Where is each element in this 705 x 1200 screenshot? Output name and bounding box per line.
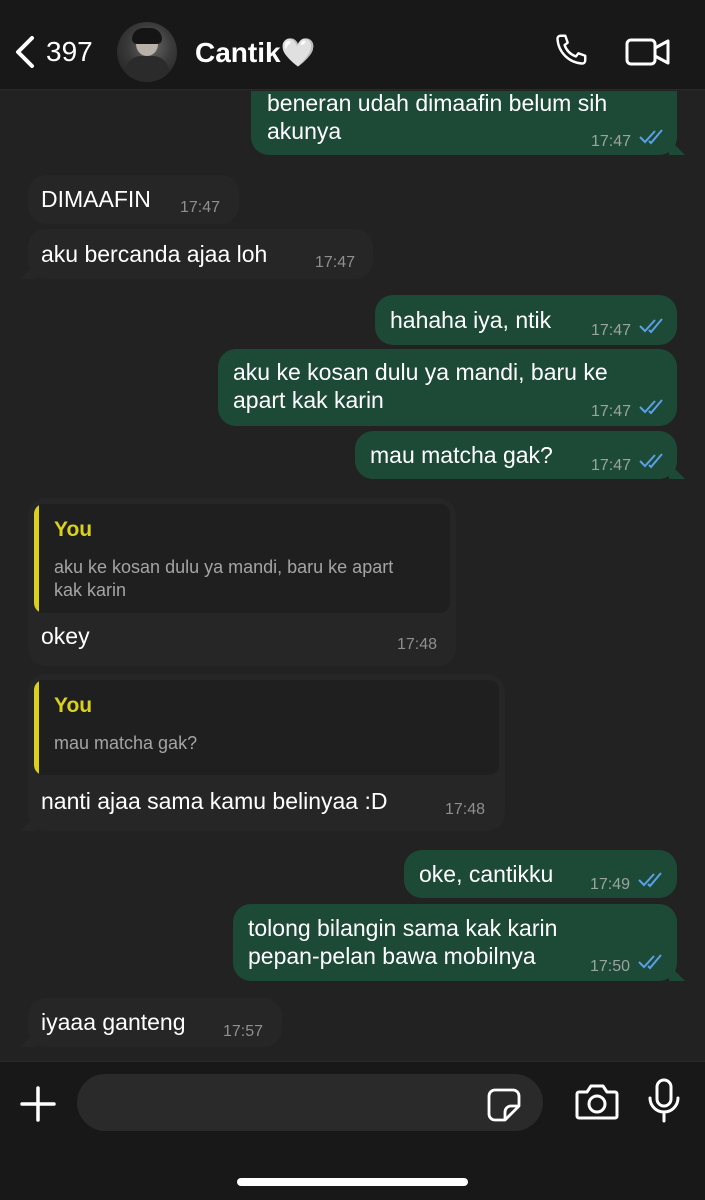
message-text: nanti ajaa sama kamu belinyaa :D xyxy=(41,788,388,814)
reply-text: aku ke kosan dulu ya mandi, baru ke apar… xyxy=(54,557,394,577)
message-time: 17:48 xyxy=(445,801,486,818)
read-receipt-icon xyxy=(638,872,662,888)
message-time: 17:47 xyxy=(315,254,356,271)
camera-icon[interactable] xyxy=(575,1082,619,1122)
message-bubble-outgoing[interactable]: beneran udah dimaafin belum sih akunya 1… xyxy=(251,91,685,155)
home-indicator[interactable] xyxy=(237,1178,468,1186)
message-bubble-outgoing[interactable]: hahaha iya, ntik 17:47 xyxy=(375,295,677,345)
message-time: 17:47 xyxy=(591,133,632,150)
plus-icon[interactable] xyxy=(20,1086,56,1122)
message-text: apart kak karin xyxy=(233,387,384,413)
voice-call-button[interactable] xyxy=(553,32,589,68)
reply-author: You xyxy=(54,694,93,717)
video-camera-icon xyxy=(625,38,670,66)
back-button[interactable]: 397 xyxy=(12,30,93,74)
message-list[interactable]: beneran udah dimaafin belum sih akunya 1… xyxy=(0,91,705,1061)
message-text: oke, cantikku xyxy=(419,861,554,887)
message-bubble-incoming[interactable]: You mau matcha gak? nanti ajaa sama kamu… xyxy=(20,674,505,831)
chat-header: 397 Cantik🤍 xyxy=(0,0,705,90)
message-text: mau matcha gak? xyxy=(370,442,553,468)
message-text: aku ke kosan dulu ya mandi, baru ke xyxy=(233,359,608,385)
video-call-button[interactable] xyxy=(625,36,671,68)
message-bubble-outgoing[interactable]: oke, cantikku 17:49 xyxy=(404,850,677,898)
read-receipt-icon xyxy=(639,399,663,415)
message-input[interactable] xyxy=(77,1074,543,1131)
reply-author: You xyxy=(54,518,93,541)
message-bubble-incoming[interactable]: DIMAAFIN 17:47 xyxy=(28,175,239,224)
message-time: 17:48 xyxy=(397,636,438,653)
message-bubble-incoming[interactable]: aku bercanda ajaa loh 17:47 xyxy=(20,229,373,279)
message-time: 17:50 xyxy=(590,958,631,975)
message-time: 17:49 xyxy=(590,876,631,893)
message-text: pepan-pelan bawa mobilnya xyxy=(248,943,536,969)
message-time: 17:57 xyxy=(223,1023,264,1040)
message-time: 17:47 xyxy=(591,322,632,339)
message-bubble-outgoing[interactable]: mau matcha gak? 17:47 xyxy=(355,431,685,479)
phone-icon xyxy=(556,34,587,65)
message-time: 17:47 xyxy=(591,457,632,474)
read-receipt-icon xyxy=(639,453,663,469)
message-time: 17:47 xyxy=(591,403,632,420)
message-bubble-outgoing[interactable]: tolong bilangin sama kak karin pepan-pel… xyxy=(233,904,685,981)
reply-preview[interactable]: You aku ke kosan dulu ya mandi, baru ke … xyxy=(34,504,450,613)
reply-preview[interactable]: You mau matcha gak? xyxy=(34,680,499,775)
message-bubble-incoming[interactable]: iyaaa ganteng 17:57 xyxy=(20,998,282,1047)
composer-bar xyxy=(0,1061,705,1200)
read-receipt-icon xyxy=(639,129,663,145)
reply-text: kak karin xyxy=(54,580,127,600)
sticker-icon[interactable] xyxy=(487,1088,521,1122)
message-text: okey xyxy=(41,623,90,649)
message-text: iyaaa ganteng xyxy=(41,1009,186,1035)
microphone-icon[interactable] xyxy=(646,1078,682,1124)
message-bubble-outgoing[interactable]: aku ke kosan dulu ya mandi, baru ke apar… xyxy=(218,349,677,426)
chevron-left-icon xyxy=(16,36,34,68)
message-time: 17:47 xyxy=(180,199,221,216)
message-bubble-incoming[interactable]: You aku ke kosan dulu ya mandi, baru ke … xyxy=(28,498,456,666)
chat-screen: 397 Cantik🤍 beneran udah dimaafin belum … xyxy=(0,0,705,1200)
unread-count: 397 xyxy=(46,36,93,67)
read-receipt-icon xyxy=(639,318,663,334)
reply-text: mau matcha gak? xyxy=(54,733,198,753)
message-text: akunya xyxy=(267,118,342,144)
read-receipt-icon xyxy=(638,954,662,970)
message-text: aku bercanda ajaa loh xyxy=(41,241,268,267)
avatar[interactable] xyxy=(117,22,177,82)
contact-name[interactable]: Cantik🤍 xyxy=(195,36,315,69)
message-text: hahaha iya, ntik xyxy=(390,307,552,333)
message-text: DIMAAFIN xyxy=(41,186,151,212)
message-text: beneran udah dimaafin belum sih xyxy=(267,91,608,116)
message-text: tolong bilangin sama kak karin xyxy=(248,915,558,941)
